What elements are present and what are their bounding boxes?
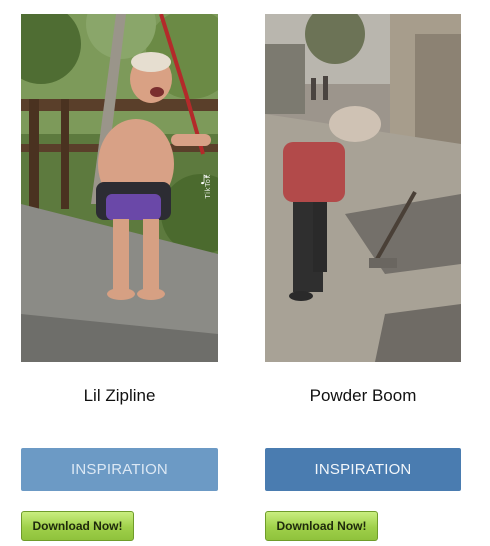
download-now-button[interactable]: Download Now!	[265, 511, 378, 541]
video-thumbnail[interactable]	[265, 14, 461, 362]
video-card-lil-zipline: ♪ TikTok Lil Zipline INSPIRATION Downloa…	[21, 14, 218, 541]
download-now-button[interactable]: Download Now!	[21, 511, 134, 541]
inspiration-button[interactable]: INSPIRATION	[21, 448, 218, 491]
thumbnail-image	[21, 14, 218, 362]
gallery: ♪ TikTok Lil Zipline INSPIRATION Downloa…	[0, 0, 490, 546]
video-title: Powder Boom	[309, 386, 417, 405]
tiktok-watermark: TikTok	[204, 174, 212, 199]
thumbnail-image	[265, 14, 461, 362]
video-thumbnail[interactable]: ♪ TikTok	[21, 14, 218, 362]
video-title: Lil Zipline	[83, 386, 156, 405]
inspiration-button[interactable]: INSPIRATION	[265, 448, 461, 491]
video-card-powder-boom: Powder Boom INSPIRATION Download Now!	[265, 14, 461, 541]
